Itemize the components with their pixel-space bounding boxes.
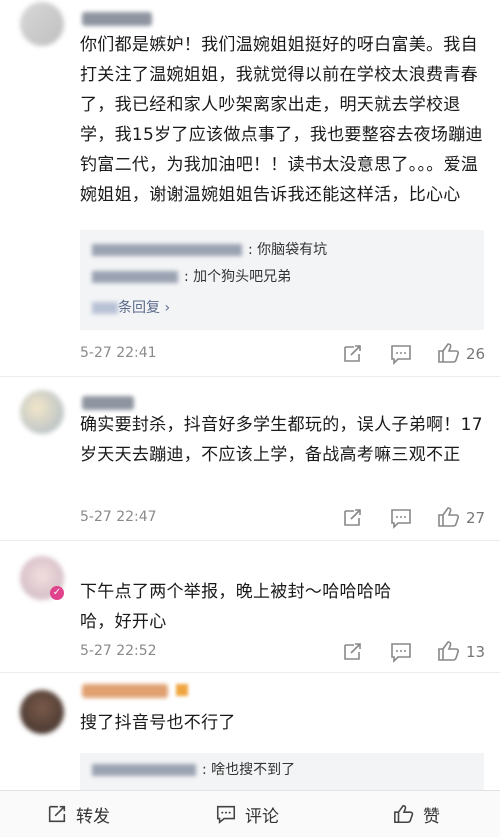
reply-count-blurred	[92, 302, 118, 314]
reply-text: 啥也搜不到了	[211, 762, 296, 778]
username-blurred[interactable]	[82, 684, 168, 698]
reply-icon[interactable]	[389, 343, 413, 365]
avatar[interactable]	[20, 2, 64, 46]
repost-icon	[48, 805, 66, 823]
like-label: 赞	[423, 806, 440, 827]
comment-text: 下午点了两个举报，晚上被封～哈哈哈哈哈，好开心	[80, 582, 392, 632]
more-replies-link[interactable]: 条回复 ›	[92, 297, 170, 317]
reply-icon[interactable]	[389, 641, 413, 663]
comment-time: 5-27 22:41	[80, 345, 157, 361]
comment-time: 5-27 22:47	[80, 509, 157, 525]
reply-username-blurred	[92, 271, 178, 283]
like-count: 27	[466, 509, 486, 527]
comment-label: 评论	[245, 806, 279, 827]
like-count: 26	[466, 345, 486, 363]
repost-label: 转发	[76, 806, 110, 827]
username-blurred[interactable]	[82, 396, 134, 410]
share-icon[interactable]	[341, 641, 365, 663]
reply-icon[interactable]	[389, 507, 413, 529]
verified-badge: ✓	[50, 586, 64, 600]
reply-item[interactable]: : 加个狗头吧兄弟	[92, 266, 291, 288]
divider	[0, 540, 500, 541]
reply-item[interactable]: : 你脑袋有坑	[92, 239, 327, 261]
share-icon[interactable]	[341, 507, 365, 529]
avatar[interactable]	[20, 390, 64, 434]
like-count: 13	[466, 643, 486, 661]
share-icon[interactable]	[341, 343, 365, 365]
thumbs-up-icon	[394, 804, 414, 824]
reply-text: 加个狗头吧兄弟	[193, 269, 292, 285]
divider	[0, 672, 500, 673]
repost-button[interactable]: 转发	[46, 791, 110, 837]
comment-text: 确实要封杀，抖音好多学生都玩的，误人子弟啊！17岁天天去蹦迪，不应该上学，备战高…	[80, 415, 483, 465]
comment-text: 你们都是嫉妒！我们温婉姐姐挺好的呀白富美。我自打关注了温婉姐姐，我就觉得以前在学…	[80, 35, 483, 205]
bottom-action-bar: 转发 评论 赞	[0, 790, 500, 837]
like-icon[interactable]	[437, 342, 461, 364]
comment-text: 搜了抖音号也不行了	[80, 713, 236, 733]
comment-button[interactable]: 评论	[215, 791, 279, 837]
like-button[interactable]: 赞	[393, 791, 440, 837]
user-badge-blurred	[176, 684, 188, 696]
comment-icon	[216, 805, 236, 824]
like-icon[interactable]	[437, 506, 461, 528]
username-blurred[interactable]	[82, 12, 152, 26]
comment-time: 5-27 22:52	[80, 643, 157, 659]
avatar[interactable]	[20, 690, 64, 734]
like-icon[interactable]	[437, 640, 461, 662]
reply-username-blurred	[92, 764, 196, 776]
divider	[0, 376, 500, 377]
reply-text: 你脑袋有坑	[257, 242, 328, 258]
reply-item[interactable]: : 啥也搜不到了	[92, 759, 295, 781]
reply-username-blurred	[92, 244, 242, 256]
